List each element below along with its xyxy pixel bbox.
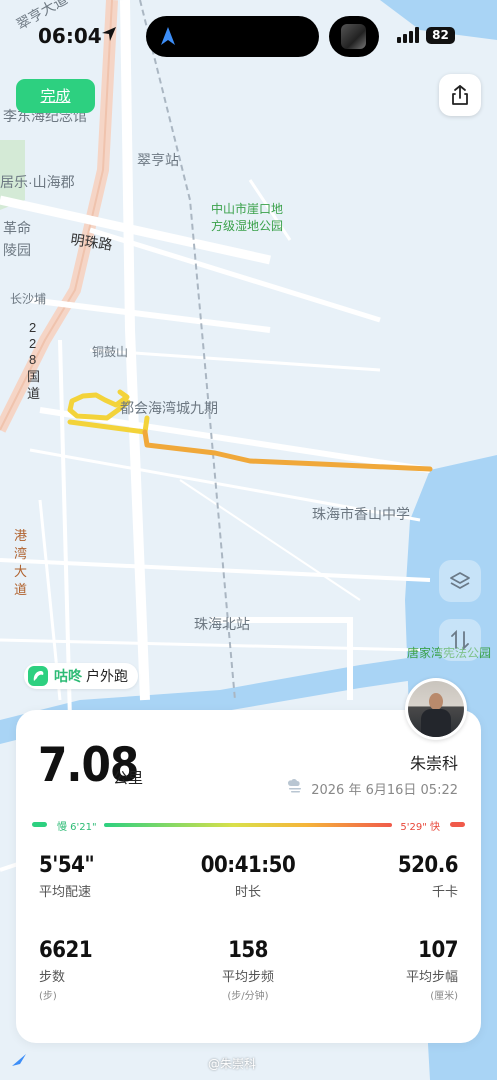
cadence-unit: (步/分钟) xyxy=(227,991,269,1002)
brand-name: 咕咚 xyxy=(54,669,82,685)
map-label-geming: 革命 xyxy=(3,220,31,236)
svg-text:8: 8 xyxy=(29,352,36,367)
location-arrow-icon xyxy=(102,27,116,41)
battery-indicator: 82 xyxy=(426,27,455,44)
map-label-zhuhai-north: 珠海北站 xyxy=(194,616,250,632)
stat-steps: 6621 步数 (步) xyxy=(39,938,93,1002)
cadence-label: 平均步频 xyxy=(221,970,274,985)
pace-legend: 慢 6'21" 5'29" 快 xyxy=(32,820,465,833)
steps-label: 步数 xyxy=(39,970,66,985)
map-layers-button[interactable] xyxy=(439,560,481,602)
fast-pace-label: 5'29" 快 xyxy=(400,822,440,833)
brand-chip: 咕咚 户外跑 xyxy=(24,663,138,689)
watermark: @朱崇科 xyxy=(208,1057,257,1071)
svg-text:国: 国 xyxy=(27,369,40,384)
fast-pace-marker xyxy=(450,822,465,827)
share-button[interactable] xyxy=(439,74,481,116)
weather-icon xyxy=(288,779,301,793)
activity-type: 户外跑 xyxy=(86,669,128,685)
media-thumbnail xyxy=(341,24,366,49)
avg-pace-label: 平均配速 xyxy=(39,885,92,900)
navigation-icon xyxy=(161,27,175,45)
map-label-changshapu: 长沙埔 xyxy=(10,292,46,306)
activity-date: 2026 年 6月16日 05:22 xyxy=(311,783,458,798)
svg-text:港: 港 xyxy=(14,528,27,543)
duration-label: 时长 xyxy=(234,885,261,900)
dynamic-island xyxy=(146,16,319,57)
layers-icon xyxy=(450,572,470,589)
share-icon xyxy=(452,85,468,105)
map-label-wetland-2: 方级湿地公园 xyxy=(211,218,283,233)
user-name: 朱崇科 xyxy=(409,754,458,773)
pace-gradient xyxy=(104,823,392,827)
stride-label: 平均步幅 xyxy=(405,970,458,985)
distance-unit: 公里 xyxy=(113,769,144,787)
stat-cadence: 158 平均步频 (步/分钟) xyxy=(188,938,308,1002)
calories-value: 520.6 xyxy=(397,853,459,878)
weibo-icon xyxy=(12,1054,26,1066)
steps-value: 6621 xyxy=(39,938,93,963)
svg-text:2: 2 xyxy=(29,336,36,351)
stride-value: 107 xyxy=(418,938,458,963)
stat-calories: 520.6 千卡 xyxy=(397,853,459,900)
slow-pace-marker xyxy=(32,822,47,827)
svg-text:2: 2 xyxy=(29,320,36,335)
route-toggle-button[interactable] xyxy=(439,619,481,661)
map-label-cuiheng-station: 翠亨站 xyxy=(137,152,179,168)
map-label-haiwan: 都会海湾城九期 xyxy=(120,400,218,416)
status-time: 06:04 xyxy=(38,24,102,48)
map-label-shanhai: 居乐·山海郡 xyxy=(0,174,75,190)
avg-pace-value: 5'54" xyxy=(39,853,95,878)
map-label-lingyuan: 陵园 xyxy=(3,242,31,258)
stat-duration: 00:41:50 时长 xyxy=(188,853,308,900)
cadence-value: 158 xyxy=(228,938,268,963)
slow-pace-label: 慢 6'21" xyxy=(57,822,97,833)
stat-stride: 107 平均步幅 (厘米) xyxy=(405,938,459,1002)
svg-text:湾: 湾 xyxy=(14,546,27,561)
signal-icon xyxy=(397,27,419,43)
map-label-tonggu: 铜鼓山 xyxy=(92,344,128,359)
duration-value: 00:41:50 xyxy=(200,853,296,878)
svg-text:道: 道 xyxy=(27,386,40,401)
steps-unit: (步) xyxy=(39,991,57,1002)
svg-text:道: 道 xyxy=(14,582,27,597)
stat-avg-pace: 5'54" 平均配速 xyxy=(39,853,95,900)
svg-text:大: 大 xyxy=(14,564,27,579)
route-arrows-icon xyxy=(451,629,469,651)
calories-label: 千卡 xyxy=(431,885,458,900)
status-bar: 06:04 82 xyxy=(0,0,497,72)
codoon-logo-icon xyxy=(28,666,48,686)
map-label-wetland-1: 中山市崖口地 xyxy=(211,201,283,216)
live-activity-island xyxy=(329,16,379,57)
done-button[interactable]: 完成 xyxy=(16,79,95,113)
avatar[interactable] xyxy=(405,678,467,740)
map-label-xiangshan-school: 珠海市香山中学 xyxy=(312,506,410,522)
stride-unit: (厘米) xyxy=(430,991,458,1002)
